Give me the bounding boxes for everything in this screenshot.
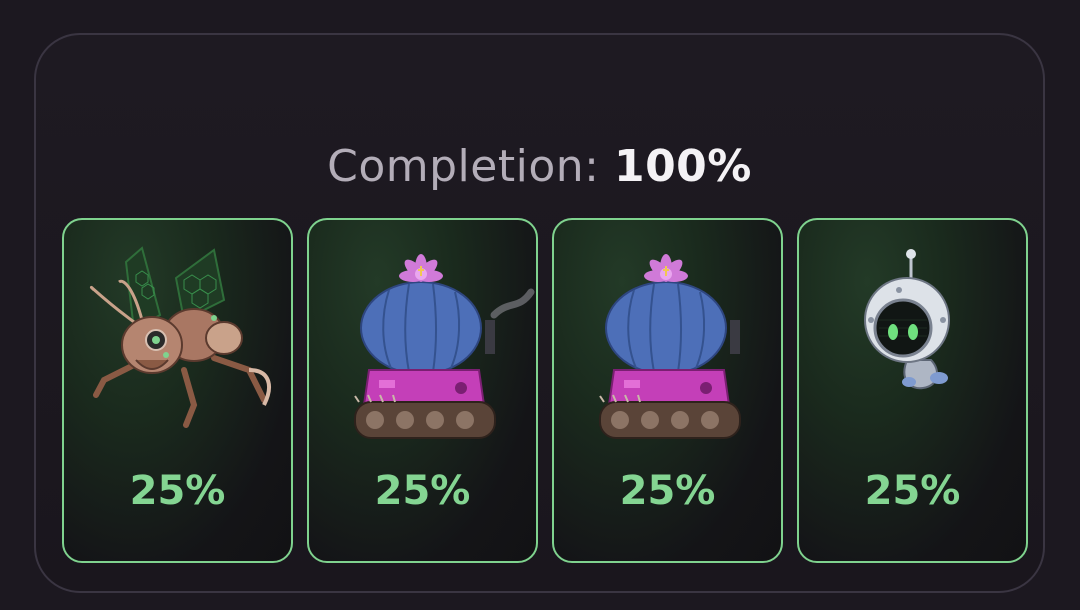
collectible-card-2[interactable]: 25% xyxy=(307,218,538,563)
robot-astronaut-icon xyxy=(864,249,950,390)
cactus-tank-icon xyxy=(354,254,535,439)
card-percent: 25% xyxy=(864,468,961,514)
card-percent: 25% xyxy=(619,468,716,514)
collectible-card-1[interactable]: 25% xyxy=(62,218,293,563)
card-percent: 25% xyxy=(374,468,471,514)
completion-label: Completion: xyxy=(327,141,600,192)
completion-heading: Completion: 100% xyxy=(36,139,1043,195)
collectible-card-4[interactable]: 25% xyxy=(797,218,1028,563)
mech-insect-icon xyxy=(90,246,271,428)
completion-value: 100% xyxy=(613,141,752,192)
collectible-card-3[interactable]: 25% xyxy=(552,218,783,563)
card-percent: 25% xyxy=(129,468,226,514)
cactus-tank-icon xyxy=(599,254,741,439)
